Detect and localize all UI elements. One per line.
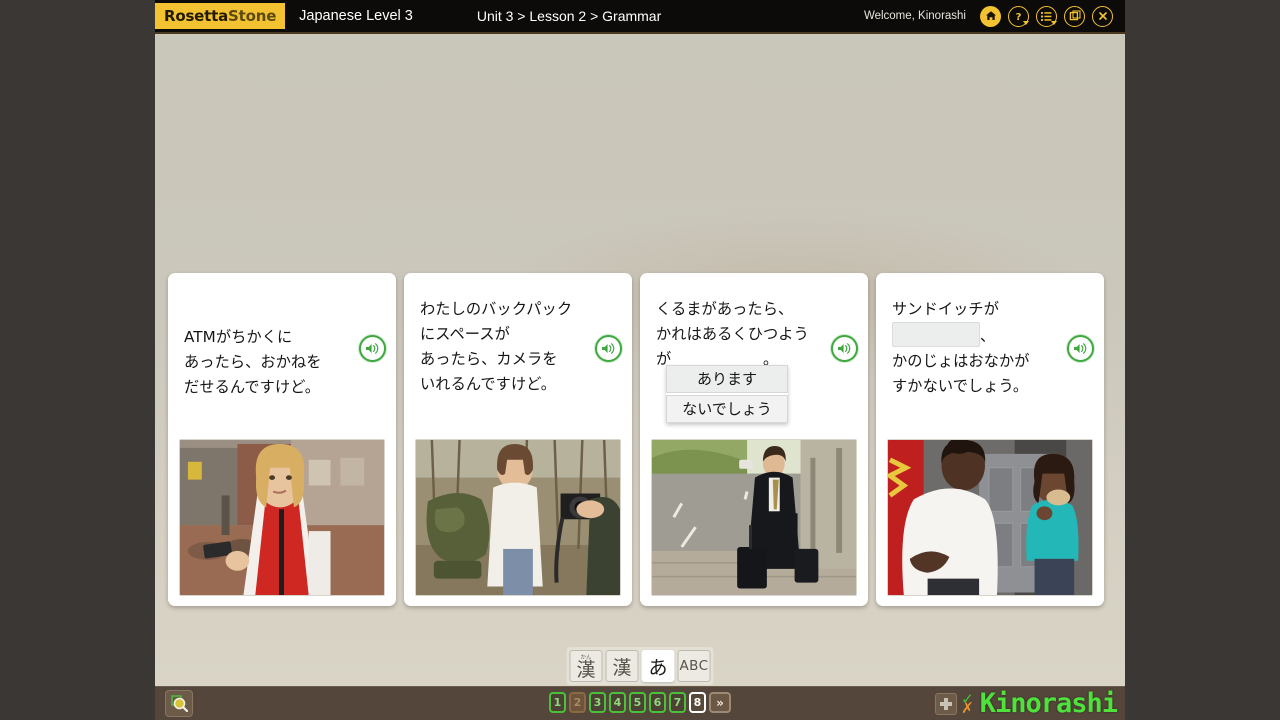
card-list: ATMがちかくに あったら、おかねを だせるんですけど。 わたしのバックパック … — [168, 273, 1112, 606]
sentence-card-3[interactable]: くるまがあったら、 かれはあるくひつよう が 。 あります ないでしょう — [640, 273, 868, 606]
x-icon: ✗ — [961, 700, 974, 717]
home-icon[interactable] — [980, 5, 1001, 27]
rosetta-stone-app: RosettaStone Japanese Level 3 Unit 3 > L… — [0, 0, 1280, 720]
romaji-label: ABC — [679, 658, 709, 674]
card-4-line-3: すかないでしょう。 — [892, 377, 1029, 395]
card-2-image — [415, 439, 621, 596]
zoom-button[interactable] — [165, 690, 193, 717]
card-2-line-2: にスペースが — [420, 325, 510, 343]
dropdown-option-0[interactable]: あります — [666, 365, 788, 393]
chevron-down-icon — [1023, 20, 1029, 25]
card-3-image — [651, 439, 857, 596]
window-icon[interactable] — [1064, 5, 1085, 27]
sentence-card-2[interactable]: わたしのバックパック にスペースが あったら、カメラを いれるんですけど。 — [404, 273, 632, 606]
close-icon[interactable] — [1092, 5, 1113, 27]
logo-text-stone: Stone — [228, 7, 277, 25]
card-4-image — [887, 439, 1093, 596]
score-marks: ✓ ✗ — [961, 692, 974, 717]
furigana-ruby: かん — [580, 655, 592, 661]
lesson-stage: ATMがちかくに あったら、おかねを だせるんですけど。 わたしのバックパック … — [155, 34, 1125, 686]
script-toggle-bar: かん 漢 漢 あ ABC — [566, 647, 714, 685]
speaker-icon[interactable] — [1067, 335, 1094, 362]
card-1-line-2: あったら、おかねを — [184, 353, 322, 371]
card-2-line-3: あったら、カメラを — [420, 350, 558, 368]
pagination: 1 2 3 4 5 6 7 8 » — [549, 692, 731, 713]
chevron-down-icon — [1051, 20, 1057, 25]
course-title: Japanese Level 3 — [299, 8, 413, 24]
svg-text:?: ? — [1016, 12, 1022, 23]
answer-dropdown[interactable]: あります ないでしょう — [666, 365, 788, 423]
romaji-button[interactable]: ABC — [677, 650, 711, 682]
breadcrumb: Unit 3 > Lesson 2 > Grammar — [476, 8, 662, 24]
header-icon-group: ? — [980, 5, 1113, 27]
card-2-line-1: わたしのバックパック — [420, 300, 573, 318]
rosetta-stone-logo: RosettaStone — [155, 3, 286, 29]
speaker-icon[interactable] — [359, 335, 386, 362]
page-button-1[interactable]: 1 — [549, 692, 566, 713]
page-button-7[interactable]: 7 — [669, 692, 686, 713]
app-header: RosettaStone Japanese Level 3 Unit 3 > L… — [155, 0, 1125, 34]
hiragana-button[interactable]: あ — [641, 650, 675, 682]
card-1-line-3: だせるんですけど。 — [184, 378, 321, 396]
furigana-kanji-button[interactable]: かん 漢 — [569, 650, 603, 682]
card-4-blank-line: 、 — [892, 322, 1088, 349]
answer-blank-slot[interactable] — [892, 322, 980, 347]
hiragana-label: あ — [648, 656, 668, 679]
help-icon[interactable]: ? — [1008, 5, 1029, 27]
app-footer: 1 2 3 4 5 6 7 8 » ✓ ✗ Kinorashi — [155, 686, 1125, 720]
footer-right-tools: ✓ ✗ Kinorashi — [935, 687, 1118, 720]
kanji-label: 漢 — [612, 656, 632, 679]
kanji-button[interactable]: 漢 — [605, 650, 639, 682]
add-button[interactable] — [935, 693, 958, 715]
page-button-5[interactable]: 5 — [629, 692, 646, 713]
logo-text-rosetta: Rosetta — [164, 7, 229, 25]
next-page-button[interactable]: » — [709, 692, 731, 713]
card-3-line-1: くるまがあったら、 — [656, 300, 794, 318]
dropdown-option-1[interactable]: ないでしょう — [666, 395, 788, 423]
card-4-line-1: サンドイッチが — [892, 300, 1000, 318]
page-button-3[interactable]: 3 — [589, 692, 606, 713]
menu-icon[interactable] — [1036, 5, 1057, 27]
card-4-line-2: かのじょはおなかが — [892, 352, 1030, 370]
watermark-label: Kinorashi — [979, 688, 1118, 719]
page-button-4[interactable]: 4 — [609, 692, 626, 713]
sentence-card-4[interactable]: サンドイッチが 、 かのじょはおなかが すかないでしょう。 — [876, 273, 1104, 606]
welcome-message: Welcome, Kinorashi — [863, 10, 966, 22]
page-button-6[interactable]: 6 — [649, 692, 666, 713]
sentence-card-1[interactable]: ATMがちかくに あったら、おかねを だせるんですけど。 — [168, 273, 396, 606]
card-1-image — [179, 439, 385, 596]
card-3-line-2: かれはあるくひつよう — [656, 325, 809, 343]
page-button-2[interactable]: 2 — [569, 692, 586, 713]
card-1-line-1: ATMがちかくに — [184, 328, 293, 346]
card-2-line-4: いれるんですけど。 — [420, 375, 557, 393]
speaker-icon[interactable] — [831, 335, 858, 362]
card-4-blank-suffix: 、 — [980, 327, 996, 345]
speaker-icon[interactable] — [595, 335, 622, 362]
page-button-8[interactable]: 8 — [689, 692, 706, 713]
